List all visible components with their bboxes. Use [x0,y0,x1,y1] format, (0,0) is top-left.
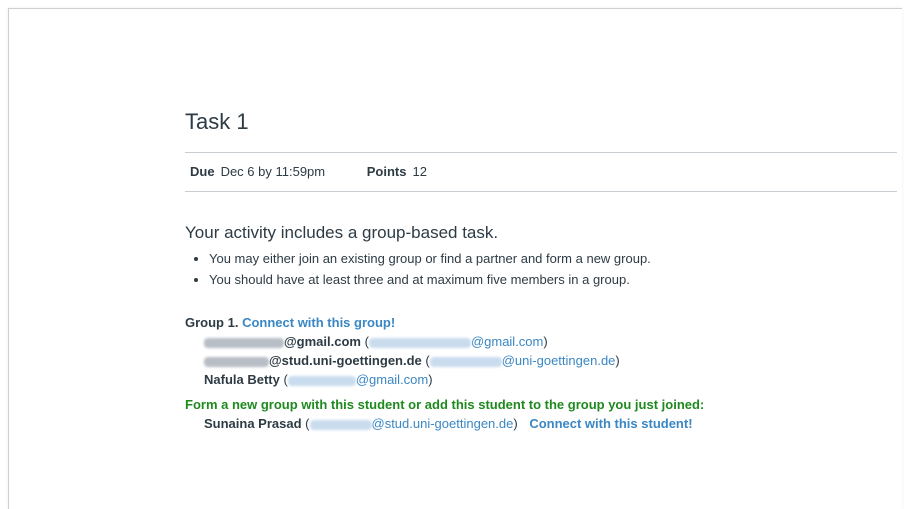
group-label: Group 1. [185,315,239,330]
page-title: Task 1 [185,109,249,134]
redacted-name [204,356,269,367]
list-item: You may either join an existing group or… [209,249,651,268]
group-section: Group 1. Connect with this group! @gmail… [185,313,704,433]
redacted-email [429,356,502,367]
student-row: Sunaina Prasad (@stud.uni-goettingen.de)… [204,416,693,431]
list-item: You should have at least three and at ma… [209,270,651,289]
redacted-email [309,419,372,430]
redacted-email [287,375,356,386]
member-email[interactable]: @uni-goettingen.de [502,353,616,368]
instructions-list: You may either join an existing group or… [185,249,651,291]
member-row: Nafula Betty (@gmail.com) [204,372,433,387]
due-label: Due [190,164,215,179]
student-email[interactable]: @stud.uni-goettingen.de [372,416,514,431]
member-name: @stud.uni-goettingen.de [269,353,422,368]
assignment-meta: Due Dec 6 by 11:59pm Points 12 [190,164,427,179]
member-name: @gmail.com [284,334,361,349]
member-row: @stud.uni-goettingen.de (@uni-goettingen… [185,351,704,370]
member-email[interactable]: @gmail.com [356,372,428,387]
points-value: 12 [412,164,427,179]
redacted-name [204,337,284,348]
divider-bottom [185,191,897,192]
member-row: @gmail.com (@gmail.com) [185,332,704,351]
redacted-email [368,337,471,348]
new-group-prompt: Form a new group with this student or ad… [185,397,705,412]
student-name: Sunaina Prasad [204,416,302,431]
divider-top [185,152,897,153]
activity-heading: Your activity includes a group-based tas… [185,223,499,242]
connect-student-link[interactable]: Connect with this student! [529,416,692,431]
member-name: Nafula Betty [204,372,280,387]
member-email[interactable]: @gmail.com [471,334,543,349]
points-label: Points [366,164,407,179]
page-frame: Task 1 Due Dec 6 by 11:59pm Points 12 Your… [8,8,902,509]
connect-group-link[interactable]: Connect with this group! [242,315,395,330]
due-value: Dec 6 by 11:59pm [220,164,326,179]
